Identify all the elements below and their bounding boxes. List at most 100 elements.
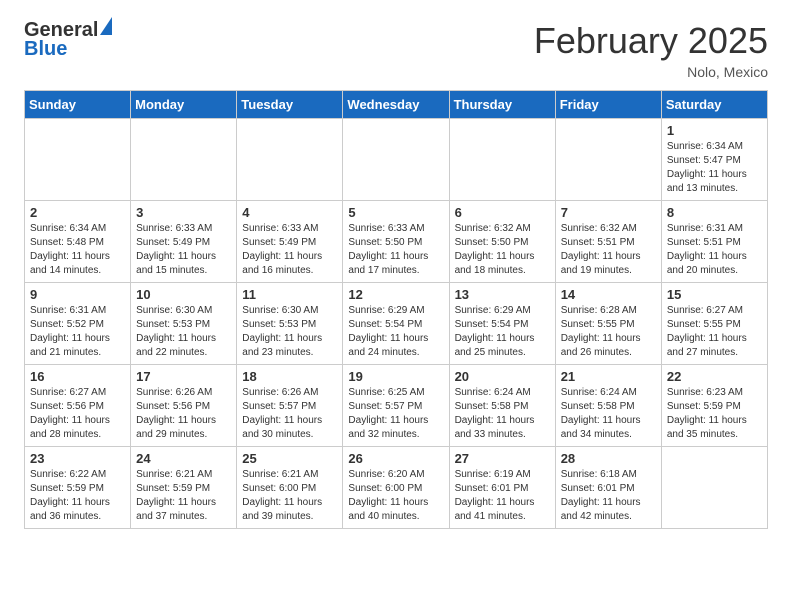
day-info: Sunrise: 6:31 AM Sunset: 5:52 PM Dayligh… (30, 304, 125, 360)
calendar-week-row: 16Sunrise: 6:27 AM Sunset: 5:56 PM Dayli… (25, 365, 768, 447)
calendar-cell: 5Sunrise: 6:33 AM Sunset: 5:50 PM Daylig… (343, 201, 449, 283)
day-number: 18 (242, 369, 337, 384)
day-info: Sunrise: 6:29 AM Sunset: 5:54 PM Dayligh… (348, 304, 443, 360)
day-number: 24 (136, 451, 231, 466)
calendar-week-row: 23 Sunrise: 6:22 AM Sunset: 5:59 PM Dayli… (25, 447, 768, 529)
calendar-cell: 15 Sunrise: 6:27 AM Sunset: 5:55 PM Dayli… (661, 283, 767, 365)
day-number: 21 (561, 369, 656, 384)
calendar-cell (661, 447, 767, 529)
day-info: Sunrise: 6:26 AM Sunset: 5:56 PM Dayligh… (136, 386, 231, 442)
day-number: 17 (136, 369, 231, 384)
month-title: February 2025 (534, 20, 768, 62)
day-number: 1 (667, 123, 762, 138)
calendar-cell: 28 Sunrise: 6:18 AM Sunset: 6:01 PM Dayli… (555, 447, 661, 529)
logo-blue-text: Blue (24, 38, 67, 61)
calendar-cell: 1 Sunrise: 6:34 AM Sunset: 5:47 PM Daylig… (661, 119, 767, 201)
weekday-header: Thursday (449, 91, 555, 119)
day-info: Sunrise: 6:20 AM Sunset: 6:00 PM Dayligh… (348, 468, 443, 524)
calendar-cell: 2 Sunrise: 6:34 AM Sunset: 5:48 PM Daylig… (25, 201, 131, 283)
day-info: Sunrise: 6:24 AM Sunset: 5:58 PM Dayligh… (561, 386, 656, 442)
location: Nolo, Mexico (534, 64, 768, 80)
calendar-week-row: 9Sunrise: 6:31 AM Sunset: 5:52 PM Daylig… (25, 283, 768, 365)
day-number: 23 (30, 451, 125, 466)
day-number: 4 (242, 205, 337, 220)
calendar-cell: 22Sunrise: 6:23 AM Sunset: 5:59 PM Dayli… (661, 365, 767, 447)
day-number: 10 (136, 287, 231, 302)
day-number: 8 (667, 205, 762, 220)
day-info: Sunrise: 6:26 AM Sunset: 5:57 PM Dayligh… (242, 386, 337, 442)
day-number: 20 (455, 369, 550, 384)
calendar-cell: 27 Sunrise: 6:19 AM Sunset: 6:01 PM Dayli… (449, 447, 555, 529)
calendar-cell (237, 119, 343, 201)
calendar-cell: 14 Sunrise: 6:28 AM Sunset: 5:55 PM Dayli… (555, 283, 661, 365)
day-info: Sunrise: 6:22 AM Sunset: 5:59 PM Dayligh… (30, 468, 125, 524)
calendar-week-row: 1 Sunrise: 6:34 AM Sunset: 5:47 PM Daylig… (25, 119, 768, 201)
calendar-cell: 9Sunrise: 6:31 AM Sunset: 5:52 PM Daylig… (25, 283, 131, 365)
logo-general: General (24, 20, 98, 40)
weekday-header: Saturday (661, 91, 767, 119)
calendar-cell: 11Sunrise: 6:30 AM Sunset: 5:53 PM Dayli… (237, 283, 343, 365)
day-info: Sunrise: 6:33 AM Sunset: 5:49 PM Dayligh… (136, 222, 231, 278)
day-number: 27 (455, 451, 550, 466)
day-number: 19 (348, 369, 443, 384)
calendar-cell: 4 Sunrise: 6:33 AM Sunset: 5:49 PM Daylig… (237, 201, 343, 283)
calendar-cell: 19 Sunrise: 6:25 AM Sunset: 5:57 PM Dayli… (343, 365, 449, 447)
calendar-cell: 12Sunrise: 6:29 AM Sunset: 5:54 PM Dayli… (343, 283, 449, 365)
day-info: Sunrise: 6:34 AM Sunset: 5:47 PM Dayligh… (667, 140, 762, 196)
day-info: Sunrise: 6:24 AM Sunset: 5:58 PM Dayligh… (455, 386, 550, 442)
day-number: 3 (136, 205, 231, 220)
calendar-cell (25, 119, 131, 201)
calendar-cell: 13 Sunrise: 6:29 AM Sunset: 5:54 PM Dayli… (449, 283, 555, 365)
day-number: 13 (455, 287, 550, 302)
calendar-cell (131, 119, 237, 201)
day-info: Sunrise: 6:27 AM Sunset: 5:55 PM Dayligh… (667, 304, 762, 360)
day-number: 16 (30, 369, 125, 384)
calendar-cell: 17 Sunrise: 6:26 AM Sunset: 5:56 PM Dayli… (131, 365, 237, 447)
day-info: Sunrise: 6:32 AM Sunset: 5:50 PM Dayligh… (455, 222, 550, 278)
calendar-cell: 8 Sunrise: 6:31 AM Sunset: 5:51 PM Daylig… (661, 201, 767, 283)
day-info: Sunrise: 6:29 AM Sunset: 5:54 PM Dayligh… (455, 304, 550, 360)
logo: General​ Blue (24, 20, 112, 61)
calendar-week-row: 2 Sunrise: 6:34 AM Sunset: 5:48 PM Daylig… (25, 201, 768, 283)
weekday-header: Monday (131, 91, 237, 119)
calendar-table: SundayMondayTuesdayWednesdayThursdayFrid… (24, 90, 768, 529)
day-info: Sunrise: 6:19 AM Sunset: 6:01 PM Dayligh… (455, 468, 550, 524)
calendar-cell: 24 Sunrise: 6:21 AM Sunset: 5:59 PM Dayli… (131, 447, 237, 529)
calendar-cell (343, 119, 449, 201)
day-number: 6 (455, 205, 550, 220)
day-info: Sunrise: 6:30 AM Sunset: 5:53 PM Dayligh… (136, 304, 231, 360)
calendar-cell (449, 119, 555, 201)
weekday-header: Wednesday (343, 91, 449, 119)
day-info: Sunrise: 6:32 AM Sunset: 5:51 PM Dayligh… (561, 222, 656, 278)
day-info: Sunrise: 6:21 AM Sunset: 5:59 PM Dayligh… (136, 468, 231, 524)
day-info: Sunrise: 6:34 AM Sunset: 5:48 PM Dayligh… (30, 222, 125, 278)
calendar-cell: 3 Sunrise: 6:33 AM Sunset: 5:49 PM Daylig… (131, 201, 237, 283)
day-number: 25 (242, 451, 337, 466)
calendar-cell: 7 Sunrise: 6:32 AM Sunset: 5:51 PM Daylig… (555, 201, 661, 283)
logo-arrow-icon (100, 17, 112, 35)
calendar-cell: 26Sunrise: 6:20 AM Sunset: 6:00 PM Dayli… (343, 447, 449, 529)
day-info: Sunrise: 6:18 AM Sunset: 6:01 PM Dayligh… (561, 468, 656, 524)
day-number: 11 (242, 287, 337, 302)
calendar-cell: 20 Sunrise: 6:24 AM Sunset: 5:58 PM Dayli… (449, 365, 555, 447)
day-info: Sunrise: 6:33 AM Sunset: 5:49 PM Dayligh… (242, 222, 337, 278)
page: General​ Blue February 2025 Nolo, Mexico… (0, 0, 792, 549)
calendar-cell (555, 119, 661, 201)
day-info: Sunrise: 6:28 AM Sunset: 5:55 PM Dayligh… (561, 304, 656, 360)
day-number: 2 (30, 205, 125, 220)
day-number: 14 (561, 287, 656, 302)
calendar-cell: 23 Sunrise: 6:22 AM Sunset: 5:59 PM Dayli… (25, 447, 131, 529)
calendar-cell: 18 Sunrise: 6:26 AM Sunset: 5:57 PM Dayli… (237, 365, 343, 447)
calendar-cell: 16Sunrise: 6:27 AM Sunset: 5:56 PM Dayli… (25, 365, 131, 447)
day-number: 5 (348, 205, 443, 220)
calendar-cell: 21 Sunrise: 6:24 AM Sunset: 5:58 PM Dayli… (555, 365, 661, 447)
calendar-cell: 10 Sunrise: 6:30 AM Sunset: 5:53 PM Dayli… (131, 283, 237, 365)
day-info: Sunrise: 6:31 AM Sunset: 5:51 PM Dayligh… (667, 222, 762, 278)
weekday-header: Sunday (25, 91, 131, 119)
day-number: 15 (667, 287, 762, 302)
day-number: 28 (561, 451, 656, 466)
weekday-header: Friday (555, 91, 661, 119)
day-info: Sunrise: 6:25 AM Sunset: 5:57 PM Dayligh… (348, 386, 443, 442)
day-number: 7 (561, 205, 656, 220)
calendar-cell: 6 Sunrise: 6:32 AM Sunset: 5:50 PM Daylig… (449, 201, 555, 283)
